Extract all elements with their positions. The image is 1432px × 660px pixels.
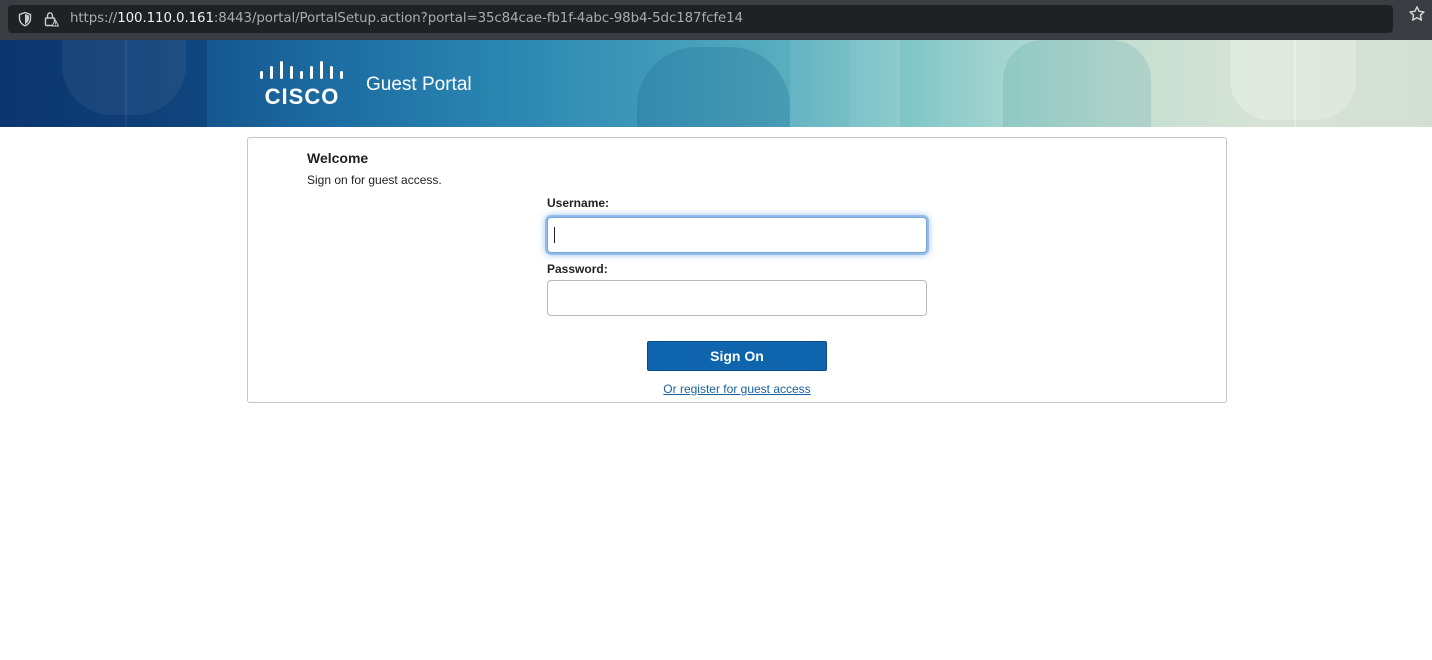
address-bar[interactable]: https://100.110.0.161:8443/portal/Portal… [8,5,1393,33]
url-scheme: https:// [70,11,118,26]
lock-icon[interactable] [43,11,59,27]
banner-shape [1003,40,1151,127]
password-input[interactable] [547,280,927,316]
cisco-logo-text: CISCO [265,84,340,108]
text-caret [554,227,555,243]
banner-shape [1230,40,1356,120]
password-label: Password: [547,262,608,276]
url-host: 100.110.0.161 [117,11,214,26]
welcome-subtitle: Sign on for guest access. [307,173,442,187]
star-icon[interactable] [1408,5,1426,23]
banner-shape [850,40,900,127]
login-panel: Welcome Sign on for guest access. Userna… [247,137,1227,403]
register-guest-link[interactable]: Or register for guest access [547,382,927,396]
welcome-heading: Welcome [307,150,369,166]
banner-line [125,40,127,127]
cisco-logo: CISCO [260,61,343,108]
username-input[interactable] [547,217,927,253]
url-path: :8443/portal/PortalSetup.action?portal=3… [213,11,743,26]
banner-line [1294,40,1296,127]
url-text[interactable]: https://100.110.0.161:8443/portal/Portal… [70,5,743,33]
banner-shape [790,40,850,127]
shield-icon[interactable] [17,11,33,27]
portal-title: Guest Portal [366,74,472,95]
sign-on-button[interactable]: Sign On [647,341,827,371]
banner-shape [62,40,186,115]
username-label: Username: [547,196,610,210]
browser-toolbar: https://100.110.0.161:8443/portal/Portal… [0,0,1432,40]
banner-shape [637,47,790,127]
portal-header-banner: CISCO Guest Portal [0,40,1432,127]
